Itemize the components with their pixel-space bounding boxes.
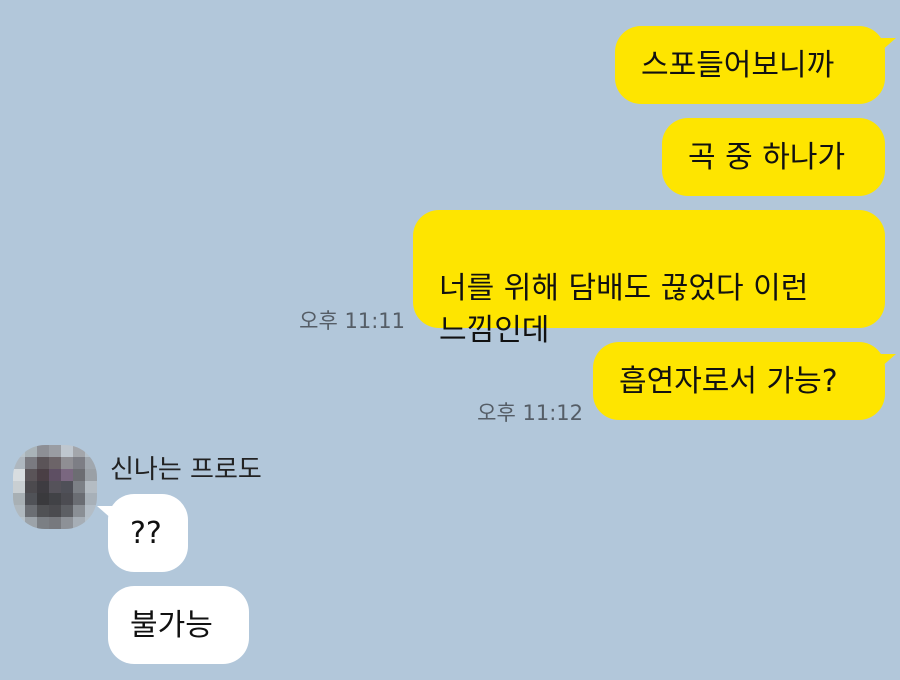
message-text: 곡 중 하나가	[688, 140, 846, 175]
incoming-message-1[interactable]: ??	[97, 494, 188, 572]
message-text: ??	[130, 516, 162, 551]
outgoing-message-2[interactable]: 곡 중 하나가	[662, 118, 885, 196]
message-time: 오후 11:12	[477, 401, 583, 425]
avatar[interactable]	[13, 445, 97, 529]
incoming-message-2[interactable]: 불가능	[108, 586, 249, 664]
sender-name: 신나는 프로도	[110, 455, 262, 485]
message-text: 불가능	[130, 608, 213, 643]
chat-area[interactable]: 스포들어보니까 곡 중 하나가 너를 위해 담배도 끊었다 이런 느낌인데 오후…	[0, 0, 900, 680]
message-text: 스포들어보니까	[641, 48, 835, 83]
outgoing-message-3[interactable]: 너를 위해 담배도 끊었다 이런 느낌인데	[413, 210, 885, 348]
outgoing-message-4[interactable]: 흡연자로서 가능?	[593, 342, 896, 420]
outgoing-message-1[interactable]: 스포들어보니까	[615, 26, 896, 104]
message-time: 오후 11:11	[299, 309, 405, 333]
message-text: 너를 위해 담배도 끊었다 이런 느낌인데	[439, 271, 809, 348]
message-text: 흡연자로서 가능?	[619, 364, 838, 399]
